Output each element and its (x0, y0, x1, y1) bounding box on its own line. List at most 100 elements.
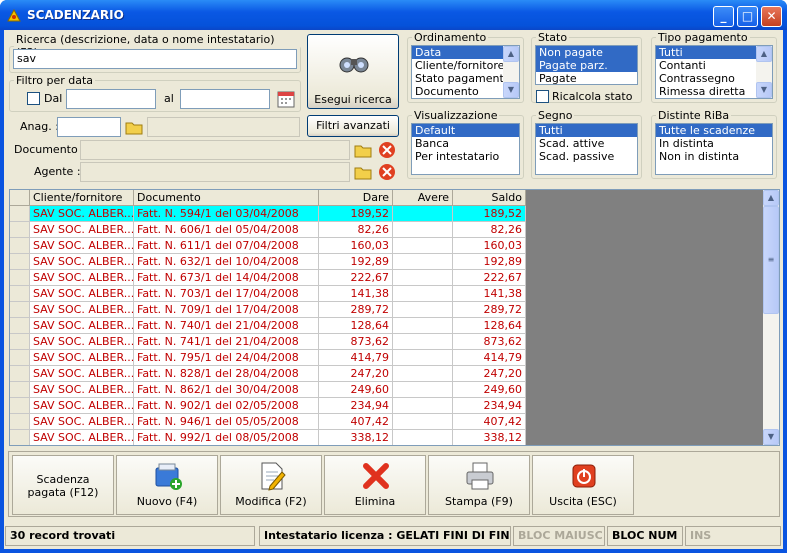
table-row[interactable]: SAV SOC. ALBER... Fatt. N. 741/1 del 21/0… (10, 334, 526, 350)
row-selector[interactable] (10, 254, 30, 270)
clear-icon[interactable] (377, 140, 397, 160)
edit-button[interactable]: Modifica (F2) (220, 455, 322, 515)
ordinamento-list[interactable]: Data Cliente/fornitore Stato pagamento D… (411, 45, 520, 99)
row-selector[interactable] (10, 286, 30, 302)
column-header-documento[interactable]: Documento (134, 190, 319, 206)
row-selector[interactable] (10, 430, 30, 445)
list-item[interactable]: Tutte le scadenze (656, 124, 772, 137)
list-item[interactable]: Default (412, 124, 519, 137)
calendar-icon[interactable] (276, 89, 296, 109)
column-header-avere[interactable]: Avere (393, 190, 453, 206)
new-button[interactable]: Nuovo (F4) (116, 455, 218, 515)
list-item[interactable]: Per intestatario (412, 150, 519, 163)
table-row[interactable]: SAV SOC. ALBER... Fatt. N. 709/1 del 17/0… (10, 302, 526, 318)
scroll-up-icon[interactable]: ▲ (503, 46, 519, 62)
table-cell: 289,72 (453, 302, 526, 318)
table-row[interactable]: SAV SOC. ALBER... Fatt. N. 740/1 del 21/0… (10, 318, 526, 334)
delete-button[interactable]: Elimina (324, 455, 426, 515)
list-item[interactable]: Pagate (536, 72, 637, 84)
scroll-up-icon[interactable]: ▲ (756, 46, 772, 62)
print-button[interactable]: Stampa (F9) (428, 455, 530, 515)
grid-scrollbar[interactable]: ▲ ≡ ▼ (763, 190, 779, 445)
list-item[interactable]: Scad. passive (536, 150, 637, 163)
search-button[interactable]: Esegui ricerca (307, 34, 399, 109)
row-selector[interactable] (10, 334, 30, 350)
grid-header: Cliente/fornitore Documento Dare Avere S… (10, 190, 526, 206)
list-item[interactable]: Contrassegno (656, 72, 772, 85)
list-item[interactable]: Contanti (656, 59, 772, 72)
column-header-dare[interactable]: Dare (319, 190, 393, 206)
table-row[interactable]: SAV SOC. ALBER... Fatt. N. 632/1 del 10/0… (10, 254, 526, 270)
num-lock-status: BLOC NUM (607, 526, 683, 546)
table-cell: Fatt. N. 946/1 del 05/05/2008 (134, 414, 319, 430)
list-item[interactable]: In distinta (656, 137, 772, 150)
table-row[interactable]: SAV SOC. ALBER... Fatt. N. 992/1 del 08/0… (10, 430, 526, 445)
row-selector[interactable] (10, 238, 30, 254)
row-selector[interactable] (10, 270, 30, 286)
data-grid[interactable]: Cliente/fornitore Documento Dare Avere S… (9, 189, 780, 446)
row-selector[interactable] (10, 414, 30, 430)
title-bar[interactable]: SCADENZARIO _ □ ✕ (0, 0, 787, 30)
scroll-down-icon[interactable]: ▼ (503, 82, 519, 98)
list-item[interactable]: Scad. attive (536, 137, 637, 150)
row-selector[interactable] (10, 382, 30, 398)
list-item[interactable]: Tutti (536, 124, 637, 137)
folder-icon[interactable] (124, 117, 144, 137)
scadenza-pagata-button[interactable]: Scadenza pagata (F12) (12, 455, 114, 515)
table-row[interactable]: SAV SOC. ALBER... Fatt. N. 594/1 del 03/0… (10, 206, 526, 222)
scrollbar[interactable]: ▲ ▼ (503, 46, 519, 98)
table-cell: SAV SOC. ALBER... (30, 254, 134, 270)
row-selector[interactable] (10, 318, 30, 334)
search-input[interactable]: sav (13, 49, 297, 69)
date-from-input[interactable] (66, 89, 156, 109)
scroll-down-icon[interactable]: ▼ (756, 82, 772, 98)
row-selector[interactable] (10, 366, 30, 382)
minimize-button[interactable]: _ (713, 6, 734, 27)
table-row[interactable]: SAV SOC. ALBER... Fatt. N. 795/1 del 24/0… (10, 350, 526, 366)
table-row[interactable]: SAV SOC. ALBER... Fatt. N. 606/1 del 05/0… (10, 222, 526, 238)
row-selector[interactable] (10, 222, 30, 238)
list-item[interactable]: Non pagate (536, 46, 637, 59)
column-header-saldo[interactable]: Saldo (453, 190, 526, 206)
close-button[interactable]: ✕ (761, 6, 782, 27)
table-row[interactable]: SAV SOC. ALBER... Fatt. N. 862/1 del 30/0… (10, 382, 526, 398)
visualizzazione-list[interactable]: Default Banca Per intestatario (411, 123, 520, 175)
list-item[interactable]: Non in distinta (656, 150, 772, 163)
scroll-up-icon[interactable]: ▲ (763, 190, 779, 206)
folder-icon[interactable] (353, 162, 373, 182)
license-status: Intestatario licenza : GELATI FINI DI FI… (259, 526, 511, 546)
list-item[interactable]: Pagate parz. (536, 59, 637, 72)
table-row[interactable]: SAV SOC. ALBER... Fatt. N. 611/1 del 07/0… (10, 238, 526, 254)
date-to-input[interactable] (180, 89, 270, 109)
folder-icon[interactable] (353, 140, 373, 160)
column-header-cliente[interactable]: Cliente/fornitore (30, 190, 134, 206)
stato-list[interactable]: Non pagate Pagate parz. Pagate (535, 45, 638, 85)
segno-list[interactable]: Tutti Scad. attive Scad. passive (535, 123, 638, 175)
table-row[interactable]: SAV SOC. ALBER... Fatt. N. 673/1 del 14/0… (10, 270, 526, 286)
row-selector[interactable] (10, 350, 30, 366)
new-icon (155, 463, 182, 490)
table-row[interactable]: SAV SOC. ALBER... Fatt. N. 902/1 del 02/0… (10, 398, 526, 414)
list-item[interactable]: Tutti (656, 46, 772, 59)
scrollbar[interactable]: ▲ ▼ (756, 46, 772, 98)
date-filter-checkbox[interactable] (27, 92, 40, 105)
table-row[interactable]: SAV SOC. ALBER... Fatt. N. 946/1 del 05/0… (10, 414, 526, 430)
anag-input[interactable] (57, 117, 121, 137)
scroll-down-icon[interactable]: ▼ (763, 429, 779, 445)
list-item[interactable]: Banca (412, 137, 519, 150)
row-selector[interactable] (10, 302, 30, 318)
maximize-button[interactable]: □ (737, 6, 758, 27)
advanced-filters-button[interactable]: Filtri avanzati (307, 115, 399, 137)
scroll-thumb[interactable]: ≡ (763, 206, 779, 314)
distinte-list[interactable]: Tutte le scadenze In distinta Non in dis… (655, 123, 773, 175)
recalc-checkbox[interactable] (536, 90, 549, 103)
exit-button[interactable]: Uscita (ESC) (532, 455, 634, 515)
clear-icon[interactable] (377, 162, 397, 182)
row-selector[interactable] (10, 398, 30, 414)
table-row[interactable]: SAV SOC. ALBER... Fatt. N. 703/1 del 17/0… (10, 286, 526, 302)
list-item[interactable]: Rimessa diretta (656, 85, 772, 98)
tipo-pagamento-list[interactable]: Tutti Contanti Contrassegno Rimessa dire… (655, 45, 773, 99)
row-selector[interactable] (10, 206, 30, 222)
table-cell: Fatt. N. 673/1 del 14/04/2008 (134, 270, 319, 286)
table-row[interactable]: SAV SOC. ALBER... Fatt. N. 828/1 del 28/0… (10, 366, 526, 382)
